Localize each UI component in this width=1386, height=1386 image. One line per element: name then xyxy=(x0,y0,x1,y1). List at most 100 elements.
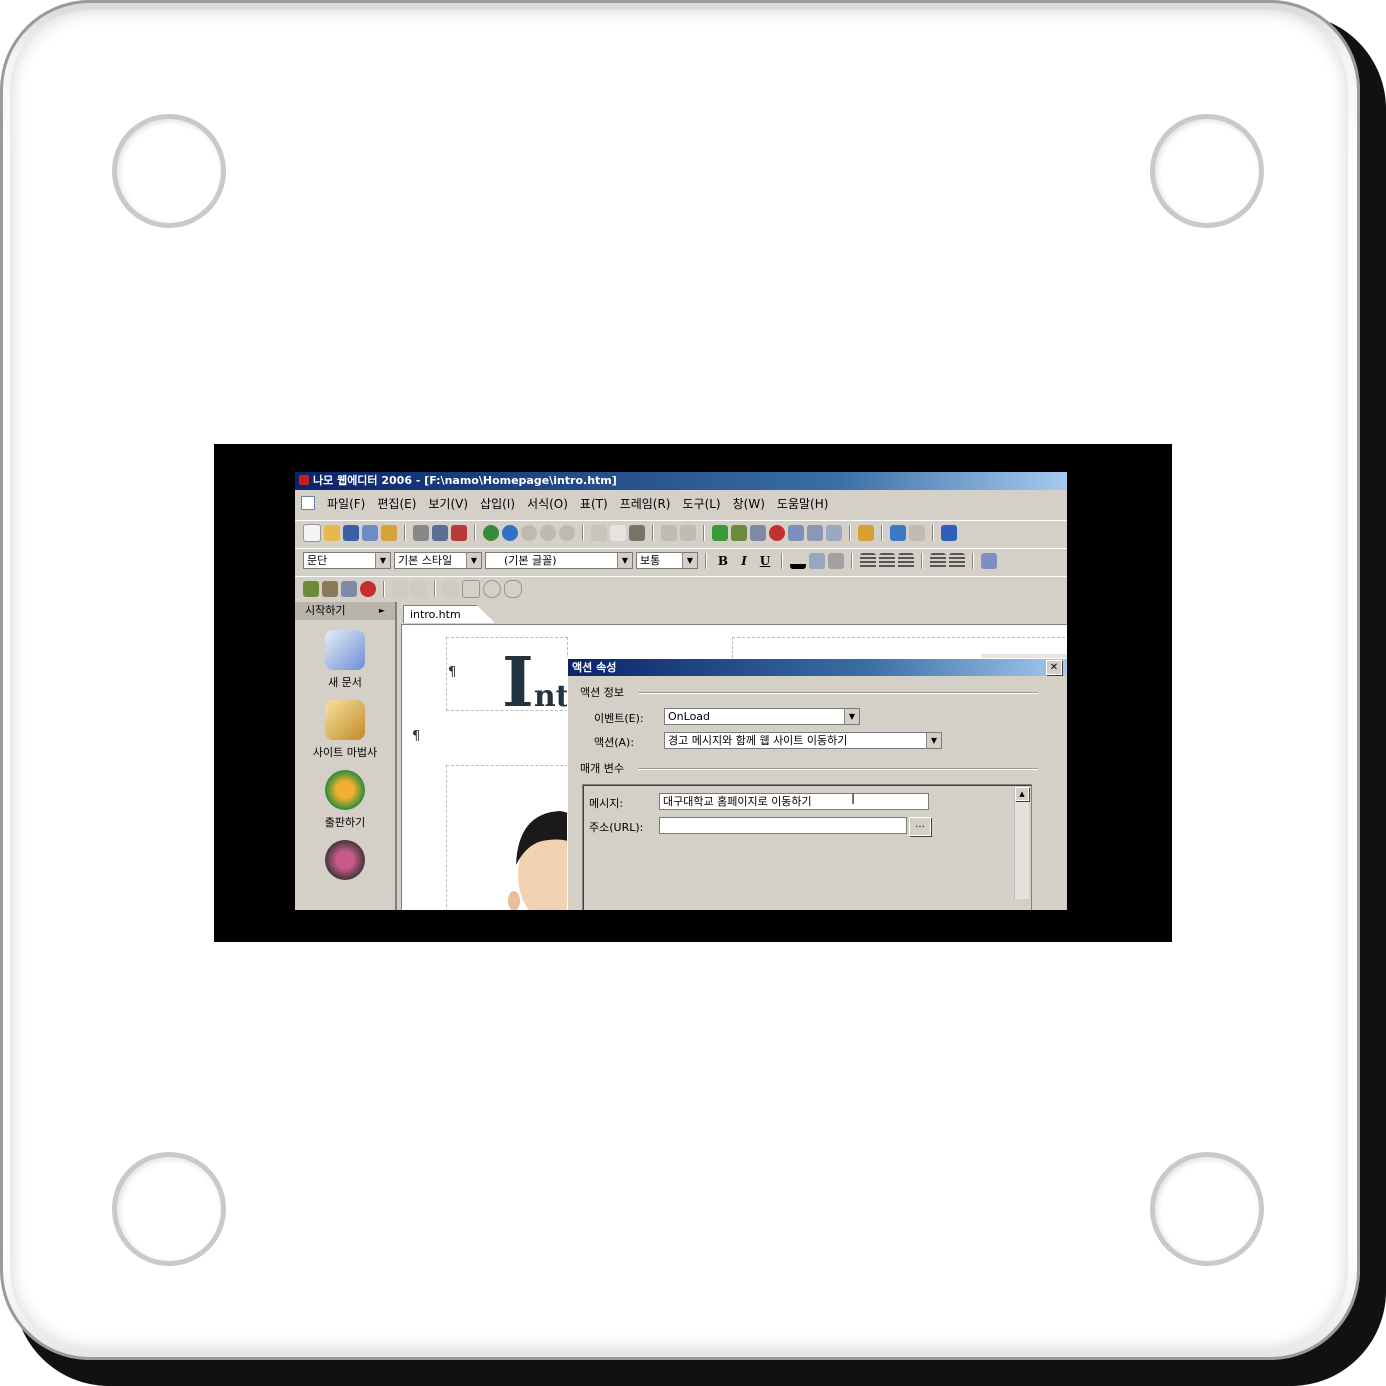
open-icon[interactable] xyxy=(324,524,340,541)
menu-format[interactable]: 서식(O) xyxy=(527,495,568,512)
start-panel-header[interactable]: 시작하기 ► xyxy=(295,602,395,620)
message-input[interactable]: 대구대학교 홈페이지로 이동하기 xyxy=(659,793,929,810)
picture-icon[interactable] xyxy=(731,524,747,541)
find-icon[interactable] xyxy=(858,524,874,541)
menu-file[interactable]: 파일(F) xyxy=(327,495,365,512)
italic-button[interactable]: I xyxy=(735,554,753,568)
tab-intro[interactable]: intro.htm xyxy=(403,605,495,623)
params-scrollbar[interactable]: ▲ xyxy=(1014,787,1029,899)
media-icon[interactable] xyxy=(750,524,766,541)
event-select[interactable]: OnLoad ▼ xyxy=(664,708,860,725)
style-select[interactable]: 기본 스타일 ▼ xyxy=(394,552,482,569)
link-icon[interactable] xyxy=(890,524,906,541)
window-titlebar[interactable]: 나모 웹에디터 2006 - [F:\namo\Homepage\intro.h… xyxy=(295,472,1067,490)
menu-window[interactable]: 창(W) xyxy=(733,495,765,512)
back-icon[interactable] xyxy=(521,524,537,541)
align-right-icon[interactable] xyxy=(898,552,914,569)
paste-icon[interactable] xyxy=(629,524,645,541)
form-icon[interactable] xyxy=(826,524,842,541)
print-icon[interactable] xyxy=(413,524,429,541)
insert-media-icon[interactable] xyxy=(341,580,357,597)
menu-help[interactable]: 도움말(H) xyxy=(777,495,829,512)
align-left-icon[interactable] xyxy=(860,552,876,569)
dialog-titlebar[interactable]: 액션 속성 ✕ xyxy=(568,659,1067,676)
panel-item-site-wizard[interactable]: 사이트 마법사 xyxy=(295,700,395,760)
close-icon[interactable]: ✕ xyxy=(1046,660,1062,675)
unlink-icon[interactable] xyxy=(909,524,925,541)
new-icon[interactable] xyxy=(303,523,321,542)
save-icon[interactable] xyxy=(343,524,359,541)
panel-item-publish[interactable]: 출판하기 xyxy=(295,770,395,830)
separator xyxy=(932,524,934,541)
numbered-list-icon[interactable] xyxy=(930,552,946,569)
style-select-value: 기본 스타일 xyxy=(398,554,453,567)
preview-icon[interactable] xyxy=(432,524,448,541)
view-mode-icon[interactable] xyxy=(941,524,957,541)
corner-hole-top-right xyxy=(1150,114,1264,228)
chevron-down-icon: ▼ xyxy=(617,553,632,568)
panel-item-new-document[interactable]: 새 문서 xyxy=(295,630,395,690)
web-icon[interactable] xyxy=(502,524,518,541)
browse-button[interactable]: ... xyxy=(909,817,931,836)
scroll-up-icon[interactable]: ▲ xyxy=(1015,787,1029,801)
video-frame: 나모 웹에디터 2006 - [F:\namo\Homepage\intro.h… xyxy=(214,444,1172,942)
image-icon[interactable] xyxy=(712,524,728,541)
pointer-icon[interactable] xyxy=(443,580,459,597)
menu-view[interactable]: 보기(V) xyxy=(428,495,468,512)
layer-icon[interactable] xyxy=(807,524,823,541)
menubar: 파일(F) 편집(E) 보기(V) 삽입(I) 서식(O) 표(T) 프레임(R… xyxy=(295,492,1067,514)
circle-icon[interactable] xyxy=(483,579,501,598)
copy-icon[interactable] xyxy=(610,524,626,541)
bulleted-list-icon[interactable] xyxy=(949,552,965,569)
flash-icon[interactable] xyxy=(769,524,785,541)
indent-icon[interactable] xyxy=(981,552,997,569)
image-map-icon[interactable] xyxy=(322,580,338,597)
table-icon[interactable] xyxy=(788,524,804,541)
rectangle-icon[interactable] xyxy=(462,579,480,598)
publish-icon[interactable] xyxy=(381,524,397,541)
document-icon xyxy=(301,496,315,510)
polygon-icon[interactable] xyxy=(504,579,522,598)
cut-icon[interactable] xyxy=(591,524,607,541)
action-select[interactable]: 경고 메시지와 함께 웹 사이트 이동하기 ▼ xyxy=(664,732,942,749)
crop-icon[interactable] xyxy=(411,580,427,597)
menu-insert[interactable]: 삽입(I) xyxy=(480,495,515,512)
menu-table[interactable]: 표(T) xyxy=(580,495,608,512)
dialog-title: 액션 속성 xyxy=(572,661,617,674)
action-label: 액션(A): xyxy=(594,736,635,749)
align-center-icon[interactable] xyxy=(879,552,895,569)
highlight-icon[interactable] xyxy=(809,552,825,569)
undo-icon[interactable] xyxy=(661,524,677,541)
font-select[interactable]: (기본 글꼴) ▼ xyxy=(485,552,633,569)
paragraph-select[interactable]: 문단 ▼ xyxy=(303,552,391,569)
underline-button[interactable]: U xyxy=(756,554,774,568)
url-input[interactable] xyxy=(659,817,907,834)
edit-image-icon[interactable] xyxy=(392,580,408,597)
browser-icon[interactable] xyxy=(483,524,499,541)
chevron-down-icon: ▼ xyxy=(682,553,697,568)
font-color-icon[interactable] xyxy=(790,552,806,569)
insert-flash-icon[interactable] xyxy=(360,580,376,597)
page-heading: Int xyxy=(502,643,569,723)
menu-frame[interactable]: 프레임(R) xyxy=(620,495,671,512)
size-select[interactable]: 보통 ▼ xyxy=(636,552,698,569)
bold-button[interactable]: B xyxy=(714,554,732,568)
text-cursor-icon: I xyxy=(851,792,856,808)
chevron-down-icon: ▼ xyxy=(926,733,941,748)
save-all-icon[interactable] xyxy=(362,524,378,541)
refresh-icon[interactable] xyxy=(559,524,575,541)
panel-item-more[interactable] xyxy=(295,840,395,880)
separator xyxy=(705,552,707,569)
spellcheck-icon[interactable] xyxy=(451,524,467,541)
insert-image-icon[interactable] xyxy=(303,580,319,597)
new-document-icon xyxy=(325,630,365,670)
publish-globe-icon xyxy=(325,770,365,810)
separator xyxy=(652,524,654,541)
corner-hole-top-left xyxy=(112,114,226,228)
eraser-icon[interactable] xyxy=(828,552,844,569)
menu-tools[interactable]: 도구(L) xyxy=(682,495,720,512)
app-icon xyxy=(299,475,309,485)
redo-icon[interactable] xyxy=(680,524,696,541)
menu-edit[interactable]: 편집(E) xyxy=(377,495,416,512)
forward-icon[interactable] xyxy=(540,524,556,541)
